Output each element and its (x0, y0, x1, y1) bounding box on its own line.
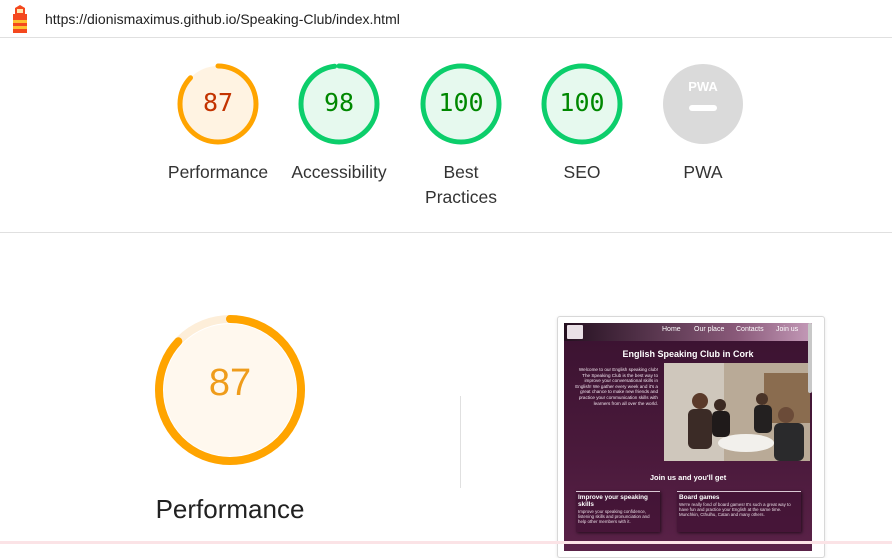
gauge-label: Best Practices (425, 162, 497, 207)
preview-card-board-games: Board games We're really fond of board g… (677, 491, 801, 532)
performance-title: Performance (155, 494, 305, 524)
preview-photo (664, 363, 810, 461)
score-gauges: 87 Performance 98 Accessibility 100 Best… (0, 38, 892, 232)
screenshot-page: Home Our place Contacts Join us English … (564, 323, 812, 551)
gauge-score: 98 (323, 88, 355, 117)
gauge-score: 100 (438, 88, 484, 117)
preview-card-title: Improve your speaking skills (578, 494, 648, 508)
final-screenshot[interactable]: Home Our place Contacts Join us English … (557, 316, 825, 558)
gauge-best-practices[interactable]: 100 Best Practices (401, 62, 521, 210)
gauge-accessibility[interactable]: 98 Accessibility (279, 62, 399, 185)
pwa-badge-icon: PWA (663, 64, 743, 144)
page-url[interactable]: https://dionismaximus.github.io/Speaking… (45, 11, 400, 27)
vertical-separator (460, 396, 461, 488)
preview-nav-our-place: Our place (694, 326, 725, 333)
preview-navbar: Home Our place Contacts Join us (564, 323, 812, 341)
preview-join-heading: Join us and you'll get (649, 473, 727, 482)
preview-card-speaking: Improve your speaking skills Improve you… (576, 491, 660, 532)
preview-logo-icon (567, 325, 583, 339)
preview-card-title: Board games (679, 494, 720, 501)
preview-card-body: Improve your speaking confidence, listen… (578, 509, 650, 525)
pwa-badge-text: PWA (688, 79, 718, 94)
gauge-score: 100 (559, 88, 605, 117)
gauge-label: Performance (167, 162, 269, 182)
preview-card-body: We're really fond of board games! It's s… (679, 502, 791, 518)
address-bar: https://dionismaximus.github.io/Speaking… (0, 0, 892, 38)
preview-scrollbar[interactable] (808, 323, 812, 393)
gauge-seo[interactable]: 100 SEO (522, 62, 642, 185)
section-divider (0, 232, 892, 233)
lighthouse-icon (13, 5, 27, 33)
preview-title: English Speaking Club in Cork (622, 349, 754, 359)
gauge-performance[interactable]: 87 Performance (158, 62, 278, 185)
preview-nav-contacts: Contacts (736, 326, 764, 333)
preview-nav-join: Join us (776, 326, 799, 333)
gauge-pwa[interactable]: PWA PWA (643, 62, 763, 185)
preview-nav-home: Home (662, 326, 681, 333)
preview-intro: Welcome to our English speaking club! Th… (575, 367, 658, 406)
gauge-score: 87 (202, 88, 234, 117)
gauge-label: Accessibility (291, 162, 387, 182)
gauge-label: PWA (683, 162, 723, 182)
gauge-label: SEO (563, 162, 601, 182)
performance-score-large: 87 (208, 362, 252, 404)
